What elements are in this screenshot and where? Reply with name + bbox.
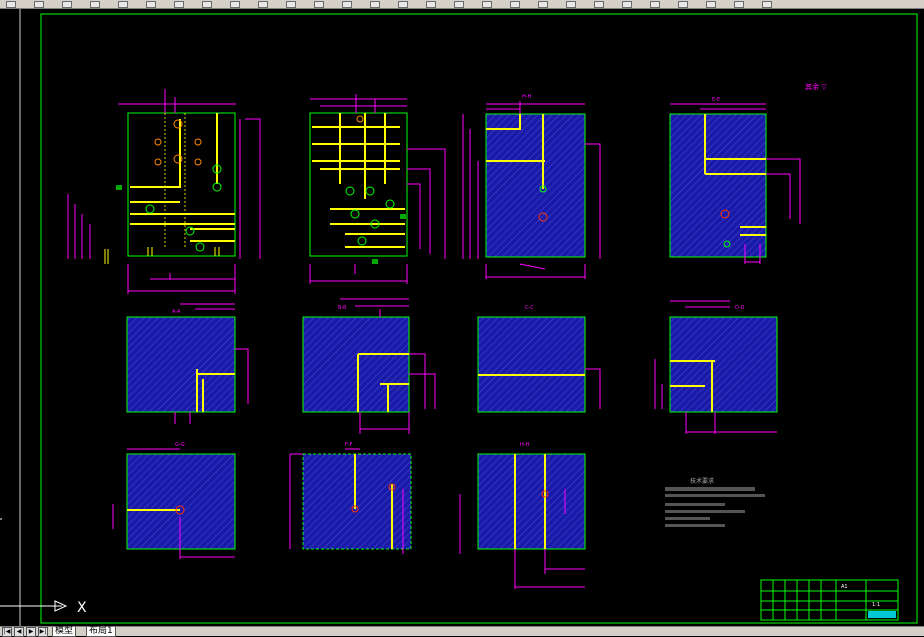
toolbar-button[interactable]: [454, 1, 464, 8]
toolbar-button[interactable]: [706, 1, 716, 8]
view-d-d: [654, 300, 778, 434]
tab-model[interactable]: 模型: [52, 627, 77, 637]
view-c-c: [477, 316, 601, 413]
label-view-h-h: H-H: [522, 94, 532, 100]
prev-tab-button[interactable]: ◀: [14, 627, 24, 637]
toolbar-button[interactable]: [286, 1, 296, 8]
view-top-mid: [309, 94, 446, 284]
toolbar-button[interactable]: [398, 1, 408, 8]
view-a-a: [126, 303, 249, 424]
toolbar-button[interactable]: [258, 1, 268, 8]
cad-drawing: H-H E-E A-A B-B C-C D-D G-G F-F H-H 其余 ▽…: [0, 9, 918, 626]
toolbar-button[interactable]: [734, 1, 744, 8]
tech-notes-block: [665, 487, 765, 527]
toolbar-button[interactable]: [594, 1, 604, 8]
toolbar-button[interactable]: [678, 1, 688, 8]
last-tab-button[interactable]: ▶|: [38, 627, 48, 637]
label-view-e-e: E-E: [712, 97, 720, 103]
toolbar-button[interactable]: [370, 1, 380, 8]
toolbar-button[interactable]: [482, 1, 492, 8]
toolbar-button[interactable]: [118, 1, 128, 8]
view-e-e: [669, 103, 801, 264]
drawing-canvas[interactable]: H-H E-E A-A B-B C-C D-D G-G F-F H-H 其余 ▽…: [0, 9, 924, 626]
next-tab-button[interactable]: ▶: [26, 627, 36, 637]
toolbar-button[interactable]: [510, 1, 520, 8]
scale-value: 1:1: [872, 602, 880, 608]
roughness-note: 其余 ▽: [805, 82, 827, 91]
label-view-g-g: G-G: [175, 442, 185, 448]
toolbar-button[interactable]: [90, 1, 100, 8]
toolbar-button[interactable]: [230, 1, 240, 8]
toolbar-button[interactable]: [566, 1, 576, 8]
label-view-h-h-2: H-H: [520, 442, 530, 448]
ucs-icon: [0, 518, 68, 612]
toolbar-button[interactable]: [34, 1, 44, 8]
part-code: A1: [841, 584, 848, 590]
toolbar-button[interactable]: [342, 1, 352, 8]
toolbar-button[interactable]: [762, 1, 772, 8]
toolbar-button[interactable]: [426, 1, 436, 8]
label-view-b-b: B-B: [338, 305, 347, 311]
label-view-d-d: D-D: [735, 305, 745, 311]
label-view-c-c: C-C: [525, 305, 534, 311]
view-b-b: [302, 298, 436, 434]
toolbar-button[interactable]: [146, 1, 156, 8]
view-f-f: [289, 448, 412, 554]
toolbar-button[interactable]: [314, 1, 324, 8]
tab-layout1[interactable]: 布局1: [86, 627, 116, 637]
view-h-h: [462, 101, 601, 279]
view-h-h-2: [459, 453, 586, 589]
toolbar-button[interactable]: [202, 1, 212, 8]
view-g-g: [112, 448, 236, 559]
title-block: [760, 579, 899, 621]
toolbar-button[interactable]: [174, 1, 184, 8]
toolbar-button[interactable]: [650, 1, 660, 8]
tech-notes-title: 技术要求: [690, 477, 714, 485]
toolbar: [0, 0, 924, 9]
toolbar-button[interactable]: [538, 1, 548, 8]
toolbar-button[interactable]: [622, 1, 632, 8]
toolbar-button[interactable]: [62, 1, 72, 8]
label-view-a-a: A-A: [172, 309, 181, 315]
label-view-f-f: F-F: [345, 442, 353, 448]
ucs-x-label: X: [77, 600, 87, 616]
view-top-left: [67, 89, 261, 294]
toolbar-button[interactable]: [6, 1, 16, 8]
first-tab-button[interactable]: |◀: [2, 627, 12, 637]
